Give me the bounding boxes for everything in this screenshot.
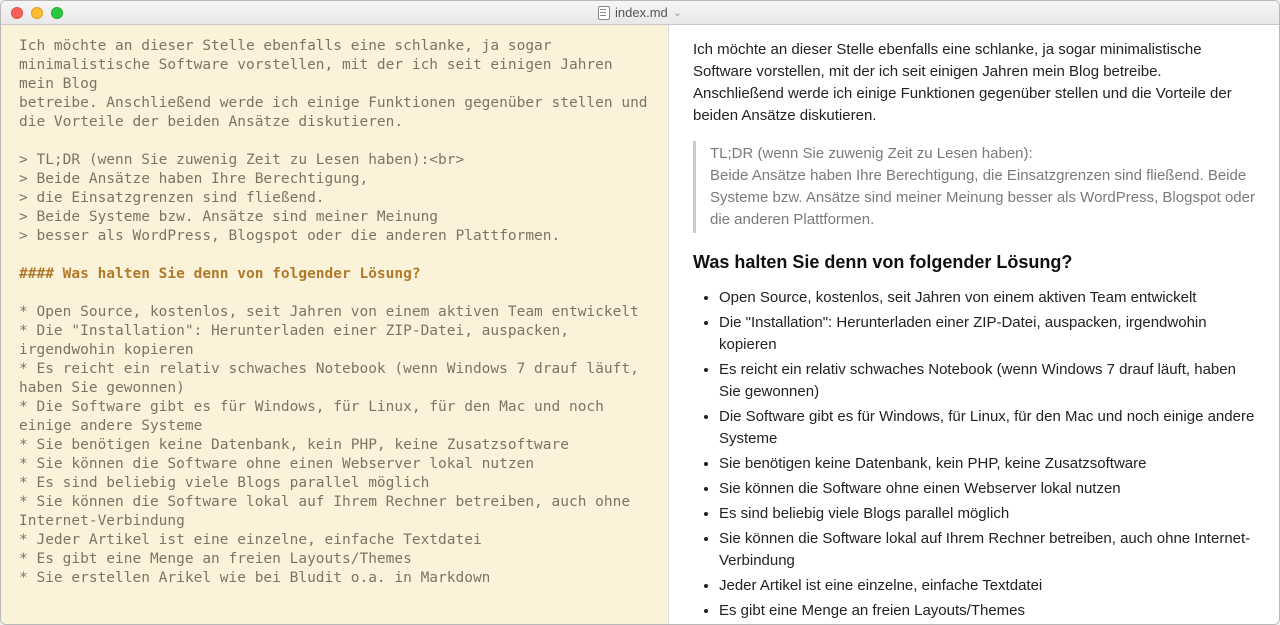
editor-window: index.md ⌄ Ich möchte an dieser Stelle e… xyxy=(0,0,1280,625)
window-controls xyxy=(11,7,63,19)
list-item: Sie können die Software lokal auf Ihrem … xyxy=(719,528,1255,572)
source-quote: > TL;DR (wenn Sie zuwenig Zeit zu Lesen … xyxy=(19,152,560,244)
titlebar[interactable]: index.md ⌄ xyxy=(1,1,1279,25)
close-icon[interactable] xyxy=(11,7,23,19)
minimize-icon[interactable] xyxy=(31,7,43,19)
list-item: Jeder Artikel ist eine einzelne, einfach… xyxy=(719,575,1255,597)
list-item: Sie benötigen keine Datenbank, kein PHP,… xyxy=(719,453,1255,475)
window-title: index.md xyxy=(615,5,668,20)
split-content: Ich möchte an dieser Stelle ebenfalls ei… xyxy=(1,25,1279,624)
list-item: Open Source, kostenlos, seit Jahren von … xyxy=(719,287,1255,309)
list-item: Es gibt eine Menge an freien Layouts/The… xyxy=(719,600,1255,622)
preview-pane[interactable]: Ich möchte an dieser Stelle ebenfalls ei… xyxy=(669,25,1279,624)
list-item: Die Software gibt es für Windows, für Li… xyxy=(719,406,1255,450)
source-pane[interactable]: Ich möchte an dieser Stelle ebenfalls ei… xyxy=(1,25,669,624)
preview-body: Ich möchte an dieser Stelle ebenfalls ei… xyxy=(693,39,1255,624)
list-item: Es sind beliebig viele Blogs parallel mö… xyxy=(719,503,1255,525)
source-intro: Ich möchte an dieser Stelle ebenfalls ei… xyxy=(19,38,656,130)
tldr-label: TL;DR (wenn Sie zuwenig Zeit zu Lesen ha… xyxy=(710,143,1255,165)
preview-list: Open Source, kostenlos, seit Jahren von … xyxy=(693,287,1255,624)
chevron-down-icon[interactable]: ⌄ xyxy=(673,6,682,19)
list-item: Sie können die Software ohne einen Webse… xyxy=(719,478,1255,500)
tldr-body: Beide Ansätze haben Ihre Berechtigung, d… xyxy=(710,165,1255,231)
list-item: Es reicht ein relativ schwaches Notebook… xyxy=(719,359,1255,403)
list-item: Die "Installation": Herunterladen einer … xyxy=(719,312,1255,356)
source-list: * Open Source, kostenlos, seit Jahren vo… xyxy=(19,304,648,586)
source-heading: #### Was halten Sie denn von folgender L… xyxy=(19,266,421,282)
title-wrap: index.md ⌄ xyxy=(1,5,1279,20)
source-text[interactable]: Ich möchte an dieser Stelle ebenfalls ei… xyxy=(19,37,650,588)
zoom-icon[interactable] xyxy=(51,7,63,19)
preview-blockquote: TL;DR (wenn Sie zuwenig Zeit zu Lesen ha… xyxy=(693,141,1255,233)
preview-heading: Was halten Sie denn von folgender Lösung… xyxy=(693,251,1255,273)
preview-intro: Ich möchte an dieser Stelle ebenfalls ei… xyxy=(693,39,1255,127)
document-icon xyxy=(598,6,610,20)
